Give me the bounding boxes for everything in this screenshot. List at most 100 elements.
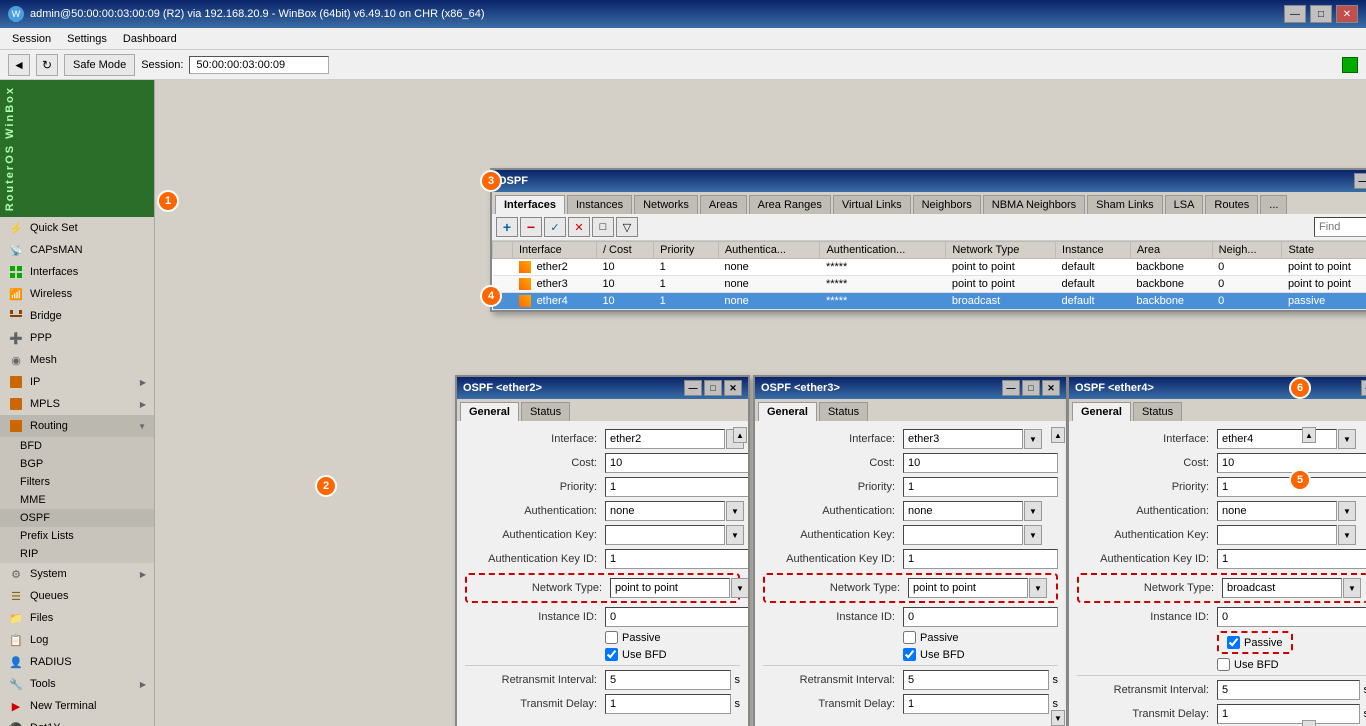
ether3-auth-dropdown[interactable]: ▼ [1024, 501, 1042, 521]
ether3-authkey-dropdown[interactable]: ▼ [1024, 525, 1042, 545]
ether3-usebfd-checkbox[interactable] [903, 648, 916, 661]
sidebar-item-ospf[interactable]: OSPF [0, 509, 154, 527]
sidebar-item-quick-set[interactable]: ⚡ Quick Set [0, 217, 154, 239]
tab-more[interactable]: ... [1260, 195, 1287, 214]
sidebar-item-mpls[interactable]: MPLS ▶ [0, 393, 154, 415]
sidebar-item-mesh[interactable]: ◉ Mesh [0, 349, 154, 371]
filter-button[interactable]: ▽ [616, 217, 638, 237]
sidebar-item-radius[interactable]: 👤 RADIUS [0, 651, 154, 673]
ether4-authkey-input[interactable] [1217, 525, 1337, 545]
tab-interfaces[interactable]: Interfaces [495, 195, 565, 214]
ether4-authkeyid-input[interactable] [1217, 549, 1366, 569]
ether3-auth-input[interactable] [903, 501, 1023, 521]
ether2-authkeyid-input[interactable] [605, 549, 748, 569]
sidebar-item-mme[interactable]: MME [0, 491, 154, 509]
ether4-usebfd-checkbox[interactable] [1217, 658, 1230, 671]
ether2-tab-general[interactable]: General [460, 402, 519, 421]
sidebar-item-bfd[interactable]: BFD [0, 437, 154, 455]
sidebar-item-log[interactable]: 📋 Log [0, 629, 154, 651]
ether2-close-btn[interactable]: ✕ [724, 380, 742, 396]
ether4-scroll-down[interactable]: ▼ [1302, 720, 1316, 726]
col-interface[interactable]: Interface [513, 242, 597, 259]
ether4-interface-input[interactable] [1217, 429, 1337, 449]
ether3-tab-general[interactable]: General [758, 402, 817, 421]
col-area[interactable]: Area [1130, 242, 1212, 259]
sidebar-item-files[interactable]: 📁 Files [0, 607, 154, 629]
ether3-interface-dropdown[interactable]: ▼ [1024, 429, 1042, 449]
col-network-type[interactable]: Network Type [946, 242, 1056, 259]
table-row-selected[interactable]: P ether4 10 1 none ***** broadcast defau… [493, 293, 1366, 310]
ether2-scroll-up[interactable]: ▲ [733, 427, 747, 443]
sidebar-item-system[interactable]: ⚙ System ▶ [0, 563, 154, 585]
refresh-button[interactable]: ↻ [36, 54, 58, 76]
col-neighbors[interactable]: Neigh... [1212, 242, 1282, 259]
col-cost[interactable]: / Cost [596, 242, 653, 259]
ether2-authkey-input[interactable] [605, 525, 725, 545]
sidebar-item-wireless[interactable]: 📶 Wireless [0, 283, 154, 305]
cross-button[interactable]: ✕ [568, 217, 590, 237]
back-button[interactable]: ◄ [8, 54, 30, 76]
ether4-nettype-dropdown[interactable]: ▼ [1343, 578, 1361, 598]
ether4-interface-dropdown[interactable]: ▼ [1338, 429, 1356, 449]
ether2-usebfd-checkbox[interactable] [605, 648, 618, 661]
col-state[interactable]: State [1282, 242, 1366, 259]
ether3-scroll-up[interactable]: ▲ [1051, 427, 1065, 443]
col-priority[interactable]: Priority [654, 242, 719, 259]
ether3-instanceid-input[interactable] [903, 607, 1058, 627]
remove-button[interactable]: − [520, 217, 542, 237]
maximize-button[interactable]: □ [1310, 5, 1332, 23]
ether4-nettype-input[interactable] [1222, 578, 1342, 598]
ether2-tab-status[interactable]: Status [521, 402, 570, 421]
ether2-passive-checkbox[interactable] [605, 631, 618, 644]
ether4-authkey-dropdown[interactable]: ▼ [1338, 525, 1356, 545]
search-input[interactable] [1314, 217, 1366, 237]
sidebar-item-interfaces[interactable]: Interfaces [0, 261, 154, 283]
ether3-minimize-btn[interactable]: — [1002, 380, 1020, 396]
sidebar-item-queues[interactable]: ☰ Queues [0, 585, 154, 607]
ospf-minimize-btn[interactable]: — [1354, 173, 1366, 189]
ether3-interface-input[interactable] [903, 429, 1023, 449]
ether4-transmit-input[interactable] [1217, 704, 1360, 724]
ether4-passive-checkbox[interactable] [1227, 636, 1240, 649]
ether2-minimize-btn[interactable]: — [684, 380, 702, 396]
tab-neighbors[interactable]: Neighbors [913, 195, 981, 214]
ether2-interface-input[interactable] [605, 429, 725, 449]
ether2-maximize-btn[interactable]: □ [704, 380, 722, 396]
ether3-authkey-input[interactable] [903, 525, 1023, 545]
sidebar-item-bridge[interactable]: Bridge [0, 305, 154, 327]
sidebar-item-capsman[interactable]: 📡 CAPsMAN [0, 239, 154, 261]
sidebar-item-new-terminal[interactable]: ▶ New Terminal [0, 695, 154, 717]
menu-settings[interactable]: Settings [59, 31, 115, 47]
sidebar-item-prefix-lists[interactable]: Prefix Lists [0, 527, 154, 545]
ether2-transmit-input[interactable] [605, 694, 731, 714]
sidebar-item-dot1x[interactable]: ⚫ Dot1X [0, 717, 154, 726]
ether4-auth-dropdown[interactable]: ▼ [1338, 501, 1356, 521]
ether3-retransmit-input[interactable] [903, 670, 1049, 690]
ether2-cost-input[interactable] [605, 453, 748, 473]
tab-areas[interactable]: Areas [700, 195, 747, 214]
ether2-auth-input[interactable] [605, 501, 725, 521]
sidebar-item-ppp[interactable]: ➕ PPP [0, 327, 154, 349]
sidebar-item-filters[interactable]: Filters [0, 473, 154, 491]
tab-routes[interactable]: Routes [1205, 195, 1258, 214]
add-button[interactable]: + [496, 217, 518, 237]
col-auth-key[interactable]: Authentication... [820, 242, 946, 259]
sidebar-item-routing[interactable]: Routing ▼ [0, 415, 154, 437]
ether3-passive-checkbox[interactable] [903, 631, 916, 644]
tab-networks[interactable]: Networks [634, 195, 698, 214]
ether3-transmit-input[interactable] [903, 694, 1049, 714]
menu-dashboard[interactable]: Dashboard [115, 31, 185, 47]
ether3-tab-status[interactable]: Status [819, 402, 868, 421]
ether2-priority-input[interactable] [605, 477, 748, 497]
tab-virtual-links[interactable]: Virtual Links [833, 195, 911, 214]
col-instance[interactable]: Instance [1056, 242, 1131, 259]
tab-nbma-neighbors[interactable]: NBMA Neighbors [983, 195, 1085, 214]
ether3-priority-input[interactable] [903, 477, 1058, 497]
ether4-minimize-btn[interactable]: — [1361, 380, 1366, 396]
table-row[interactable]: ether3 10 1 none ***** point to point de… [493, 276, 1366, 293]
tab-lsa[interactable]: LSA [1165, 195, 1204, 214]
ether3-close-btn[interactable]: ✕ [1042, 380, 1060, 396]
ether4-auth-input[interactable] [1217, 501, 1337, 521]
sidebar-item-bgp[interactable]: BGP [0, 455, 154, 473]
ether2-instanceid-input[interactable] [605, 607, 748, 627]
